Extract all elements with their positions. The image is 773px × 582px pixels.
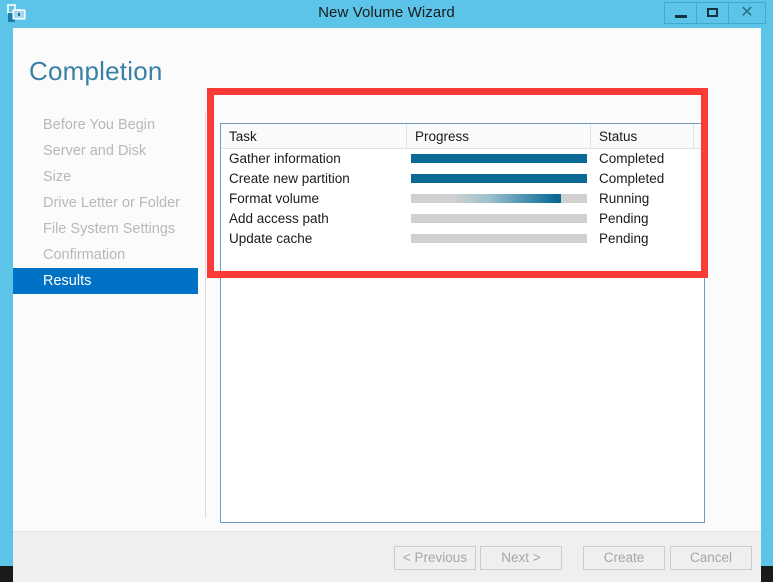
table-row[interactable]: Format volume Running [221, 189, 704, 209]
cell-task: Add access path [229, 211, 329, 226]
sidebar-item-label: Before You Begin [43, 117, 156, 133]
wizard-step-nav: Before You Begin Server and Disk Size Drive… [13, 112, 198, 312]
sidebar-item-before-you-begin[interactable]: Before You Begin [13, 112, 198, 138]
close-button[interactable]: ✕ [728, 2, 766, 24]
sidebar-item-label: Confirmation [43, 247, 126, 263]
cell-status: Completed [599, 151, 665, 166]
cell-task: Create new partition [229, 171, 350, 186]
progress-bar [411, 174, 587, 183]
maximize-button[interactable] [696, 2, 729, 24]
cell-status: Completed [599, 171, 665, 186]
sidebar-item-label: Results [43, 273, 92, 289]
previous-button: < Previous [394, 546, 476, 570]
title-bar: New Volume Wizard ✕ [0, 0, 773, 28]
table-row[interactable]: Update cache Pending [221, 229, 704, 249]
wizard-window: New Volume Wizard ✕ Completion Before Yo… [0, 0, 773, 582]
wizard-client-area: Completion Before You Begin Server and Di… [13, 28, 761, 582]
task-list-rows: Gather information Completed Create new pa… [221, 149, 704, 249]
sidebar-item-server-and-disk[interactable]: Server and Disk [13, 138, 198, 164]
table-row[interactable]: Gather information Completed [221, 149, 704, 169]
column-header-task[interactable]: Task [221, 124, 407, 149]
create-button: Create [583, 546, 665, 570]
sidebar-item-file-system-settings[interactable]: File System Settings [13, 216, 198, 242]
progress-bar-fill [411, 174, 587, 183]
column-header-progress[interactable]: Progress [407, 124, 591, 149]
sidebar-item-label: Drive Letter or Folder [43, 195, 180, 211]
sidebar-divider [205, 112, 206, 518]
sidebar-item-size[interactable]: Size [13, 164, 198, 190]
sidebar-item-drive-letter-or-folder[interactable]: Drive Letter or Folder [13, 190, 198, 216]
progress-bar [411, 234, 587, 243]
sidebar-item-label: Server and Disk [43, 143, 147, 159]
column-header-filler [694, 124, 704, 149]
cell-task: Update cache [229, 231, 313, 246]
minimize-icon [674, 15, 687, 18]
cell-status: Pending [599, 211, 649, 226]
window-title: New Volume Wizard [318, 4, 455, 21]
wizard-footer: < Previous Next > Create Cancel [13, 531, 761, 582]
progress-bar [411, 154, 587, 163]
task-list-header: Task Progress Status [221, 124, 704, 149]
sidebar-item-label: Size [43, 169, 72, 185]
cancel-button: Cancel [670, 546, 752, 570]
table-row[interactable]: Add access path Pending [221, 209, 704, 229]
cell-task: Format volume [229, 191, 320, 206]
close-icon: ✕ [740, 4, 754, 21]
progress-bar [411, 194, 587, 203]
cell-status: Running [599, 191, 650, 206]
page-title: Completion [29, 56, 163, 86]
maximize-icon [706, 8, 718, 17]
cell-status: Pending [599, 231, 649, 246]
progress-bar-fill [411, 154, 587, 163]
progress-bar-fill [411, 194, 561, 203]
progress-bar [411, 214, 587, 223]
sidebar-item-confirmation[interactable]: Confirmation [13, 242, 198, 268]
minimize-button[interactable] [664, 2, 697, 24]
task-list-panel: Task Progress Status Gather information C… [220, 123, 705, 523]
sidebar-item-label: File System Settings [43, 221, 176, 237]
sidebar-item-results[interactable]: Results [13, 268, 198, 294]
cell-task: Gather information [229, 151, 341, 166]
column-header-status[interactable]: Status [591, 124, 694, 149]
table-row[interactable]: Create new partition Completed [221, 169, 704, 189]
next-button: Next > [480, 546, 562, 570]
